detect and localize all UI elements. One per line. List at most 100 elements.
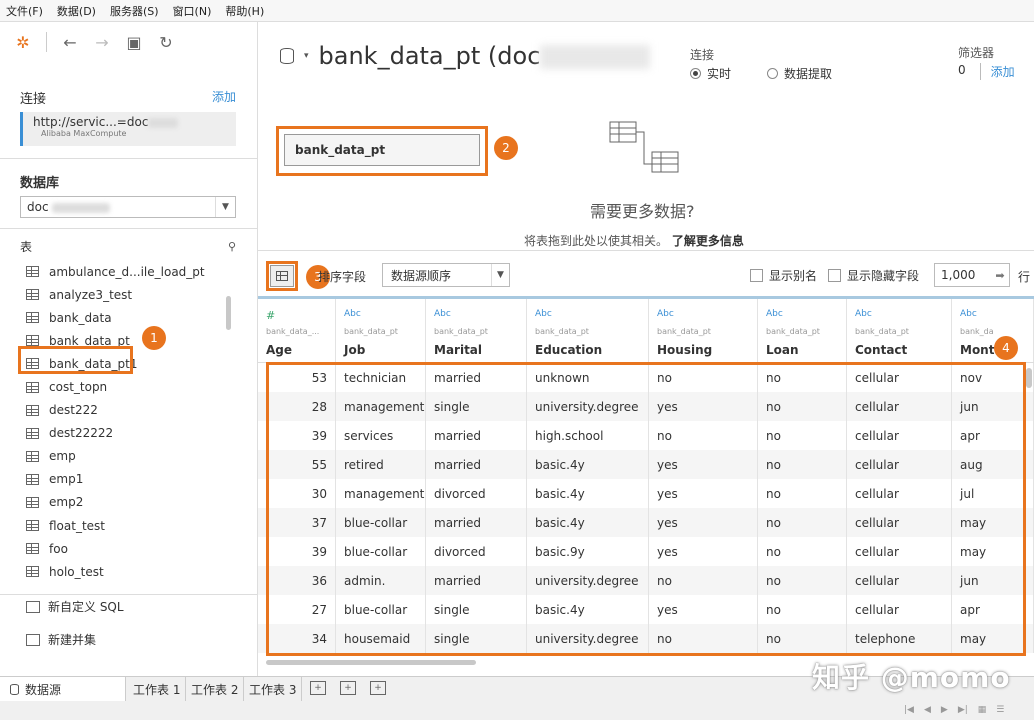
list-item[interactable]: cost_topn bbox=[26, 375, 226, 398]
next-page-icon[interactable]: ▶ bbox=[941, 705, 948, 715]
tab-sheet-2[interactable]: 工作表 2 bbox=[186, 677, 245, 701]
string-type-icon: Abc bbox=[657, 309, 674, 319]
rows-input[interactable]: 1,000 ➡ bbox=[934, 263, 1010, 287]
arrow-right-icon[interactable]: ➡ bbox=[991, 269, 1009, 282]
chevron-down-icon[interactable]: ▼ bbox=[215, 197, 235, 217]
column-header[interactable]: Abc bank_data_pt Housing bbox=[649, 299, 758, 362]
tab-datasource[interactable]: 数据源 bbox=[0, 677, 126, 701]
divider bbox=[0, 594, 258, 595]
divider bbox=[0, 158, 258, 159]
first-page-icon[interactable]: |◀ bbox=[904, 705, 914, 715]
tab-sheet-1[interactable]: 工作表 1 bbox=[128, 677, 187, 701]
list-item[interactable]: bank_data bbox=[26, 306, 226, 329]
column-header[interactable]: Abc bank_data_pt Contact bbox=[847, 299, 952, 362]
column-header[interactable]: Abc bank_da Month bbox=[952, 299, 1034, 362]
main-toolbar: ✲ ← → ▣ ↻ bbox=[0, 22, 257, 62]
new-union[interactable]: 新建并集 bbox=[26, 631, 96, 648]
grid-vertical-scrollbar[interactable] bbox=[1026, 368, 1032, 388]
grid-view-icon[interactable]: ▦ bbox=[978, 705, 987, 715]
join-diagram-icon bbox=[609, 121, 679, 173]
redacted-blur bbox=[540, 45, 651, 69]
refresh-icon[interactable]: ↻ bbox=[157, 33, 175, 52]
list-item[interactable]: float_test bbox=[26, 514, 226, 537]
menu-file[interactable]: 文件(F) bbox=[6, 3, 43, 19]
column-header[interactable]: Abc bank_data_pt Education bbox=[527, 299, 649, 362]
save-icon[interactable]: ▣ bbox=[125, 33, 143, 52]
string-type-icon: Abc bbox=[535, 309, 552, 319]
database-select[interactable]: doc ▼ bbox=[20, 196, 236, 218]
new-sheet-icon[interactable]: + bbox=[310, 681, 326, 695]
radio-selected-icon bbox=[690, 68, 701, 79]
left-panel: ✲ ← → ▣ ↻ 连接 添加 http://servic...=doc Ali… bbox=[0, 22, 258, 676]
list-item[interactable]: emp bbox=[26, 445, 226, 468]
tableau-logo-icon[interactable]: ✲ bbox=[14, 33, 32, 52]
list-item[interactable]: ambulance_d...ile_load_pt bbox=[26, 260, 226, 283]
tables-title: 表 bbox=[20, 240, 33, 254]
tables-scrollbar[interactable] bbox=[226, 296, 231, 330]
chevron-down-icon: ▼ bbox=[491, 264, 509, 286]
new-custom-sql[interactable]: 新自定义 SQL bbox=[26, 598, 124, 615]
table-icon bbox=[26, 566, 39, 578]
connection-item[interactable]: http://servic...=doc Alibaba MaxCompute bbox=[20, 112, 236, 146]
drag-hint: 将表拖到此处以使其相关。 了解更多信息 bbox=[524, 234, 744, 248]
database-icon bbox=[10, 683, 19, 695]
table-icon bbox=[26, 543, 39, 555]
show-alias-checkbox[interactable]: 显示别名 bbox=[750, 267, 817, 284]
datasource-name: bank_data_pt (doc bbox=[318, 42, 541, 70]
add-filter-link[interactable]: 添加 bbox=[979, 63, 1015, 80]
menu-help[interactable]: 帮助(H) bbox=[225, 3, 264, 19]
database-title: 数据库 bbox=[20, 176, 60, 191]
toolbar-divider bbox=[46, 32, 47, 52]
connection-url: http://servic...=doc bbox=[33, 115, 149, 129]
new-story-icon[interactable]: + bbox=[370, 681, 386, 695]
connection-title: 连接 bbox=[20, 92, 47, 107]
new-dashboard-icon[interactable]: + bbox=[340, 681, 356, 695]
list-item[interactable]: analyze3_test bbox=[26, 283, 226, 306]
table-icon bbox=[26, 289, 39, 301]
sql-icon bbox=[26, 600, 40, 613]
grid-horizontal-scrollbar[interactable] bbox=[266, 660, 476, 665]
table-icon bbox=[26, 381, 39, 393]
watermark: 知乎 @momo bbox=[812, 661, 1011, 694]
back-icon[interactable]: ← bbox=[61, 33, 79, 52]
menu-data[interactable]: 数据(D) bbox=[57, 3, 96, 19]
table-icon bbox=[26, 450, 39, 462]
menu-server[interactable]: 服务器(S) bbox=[110, 3, 159, 19]
forward-icon[interactable]: → bbox=[93, 33, 111, 52]
string-type-icon: Abc bbox=[855, 309, 872, 319]
column-header[interactable]: Abc bank_data_pt Marital bbox=[426, 299, 527, 362]
prev-page-icon[interactable]: ◀ bbox=[924, 705, 931, 715]
show-hidden-checkbox[interactable]: 显示隐藏字段 bbox=[828, 267, 919, 284]
list-item[interactable]: dest22222 bbox=[26, 422, 226, 445]
divider bbox=[0, 228, 258, 229]
list-item[interactable]: emp1 bbox=[26, 468, 226, 491]
last-page-icon[interactable]: ▶| bbox=[958, 705, 968, 715]
grid-toolbar: 3 排序字段 数据源顺序 ▼ 显示别名 显示隐藏字段 1,000 ➡ 行 bbox=[258, 250, 1034, 296]
step-badge-1: 1 bbox=[142, 326, 166, 350]
column-header[interactable]: Abc bank_data_pt Job bbox=[336, 299, 426, 362]
highlight-box bbox=[266, 261, 298, 291]
list-item[interactable]: foo bbox=[26, 537, 226, 560]
list-item[interactable]: emp2 bbox=[26, 491, 226, 514]
radio-extract[interactable]: 数据提取 bbox=[767, 65, 832, 82]
tab-sheet-3[interactable]: 工作表 3 bbox=[244, 677, 303, 701]
column-header[interactable]: Abc bank_data_pt Loan bbox=[758, 299, 847, 362]
add-connection-link[interactable]: 添加 bbox=[212, 88, 236, 107]
step-badge-2: 2 bbox=[494, 136, 518, 160]
highlight-box bbox=[276, 126, 488, 176]
filters-label: 筛选器 bbox=[958, 46, 995, 60]
sort-select[interactable]: 数据源顺序 ▼ bbox=[382, 263, 510, 287]
search-icon[interactable]: ⚲ bbox=[228, 240, 236, 253]
list-view-icon[interactable]: ☰ bbox=[996, 705, 1004, 715]
rows-value: 1,000 bbox=[941, 268, 976, 282]
column-header[interactable]: # bank_data_... Age bbox=[258, 299, 336, 362]
list-item[interactable]: dest222 bbox=[26, 399, 226, 422]
menu-window[interactable]: 窗口(N) bbox=[173, 3, 212, 19]
union-icon bbox=[26, 633, 40, 646]
string-type-icon: Abc bbox=[344, 309, 361, 319]
chevron-down-icon[interactable]: ▾ bbox=[304, 51, 309, 61]
learn-more-link[interactable]: 了解更多信息 bbox=[672, 234, 744, 248]
radio-live[interactable]: 实时 bbox=[690, 65, 731, 82]
list-item[interactable]: holo_test bbox=[26, 560, 226, 583]
table-icon bbox=[26, 312, 39, 324]
